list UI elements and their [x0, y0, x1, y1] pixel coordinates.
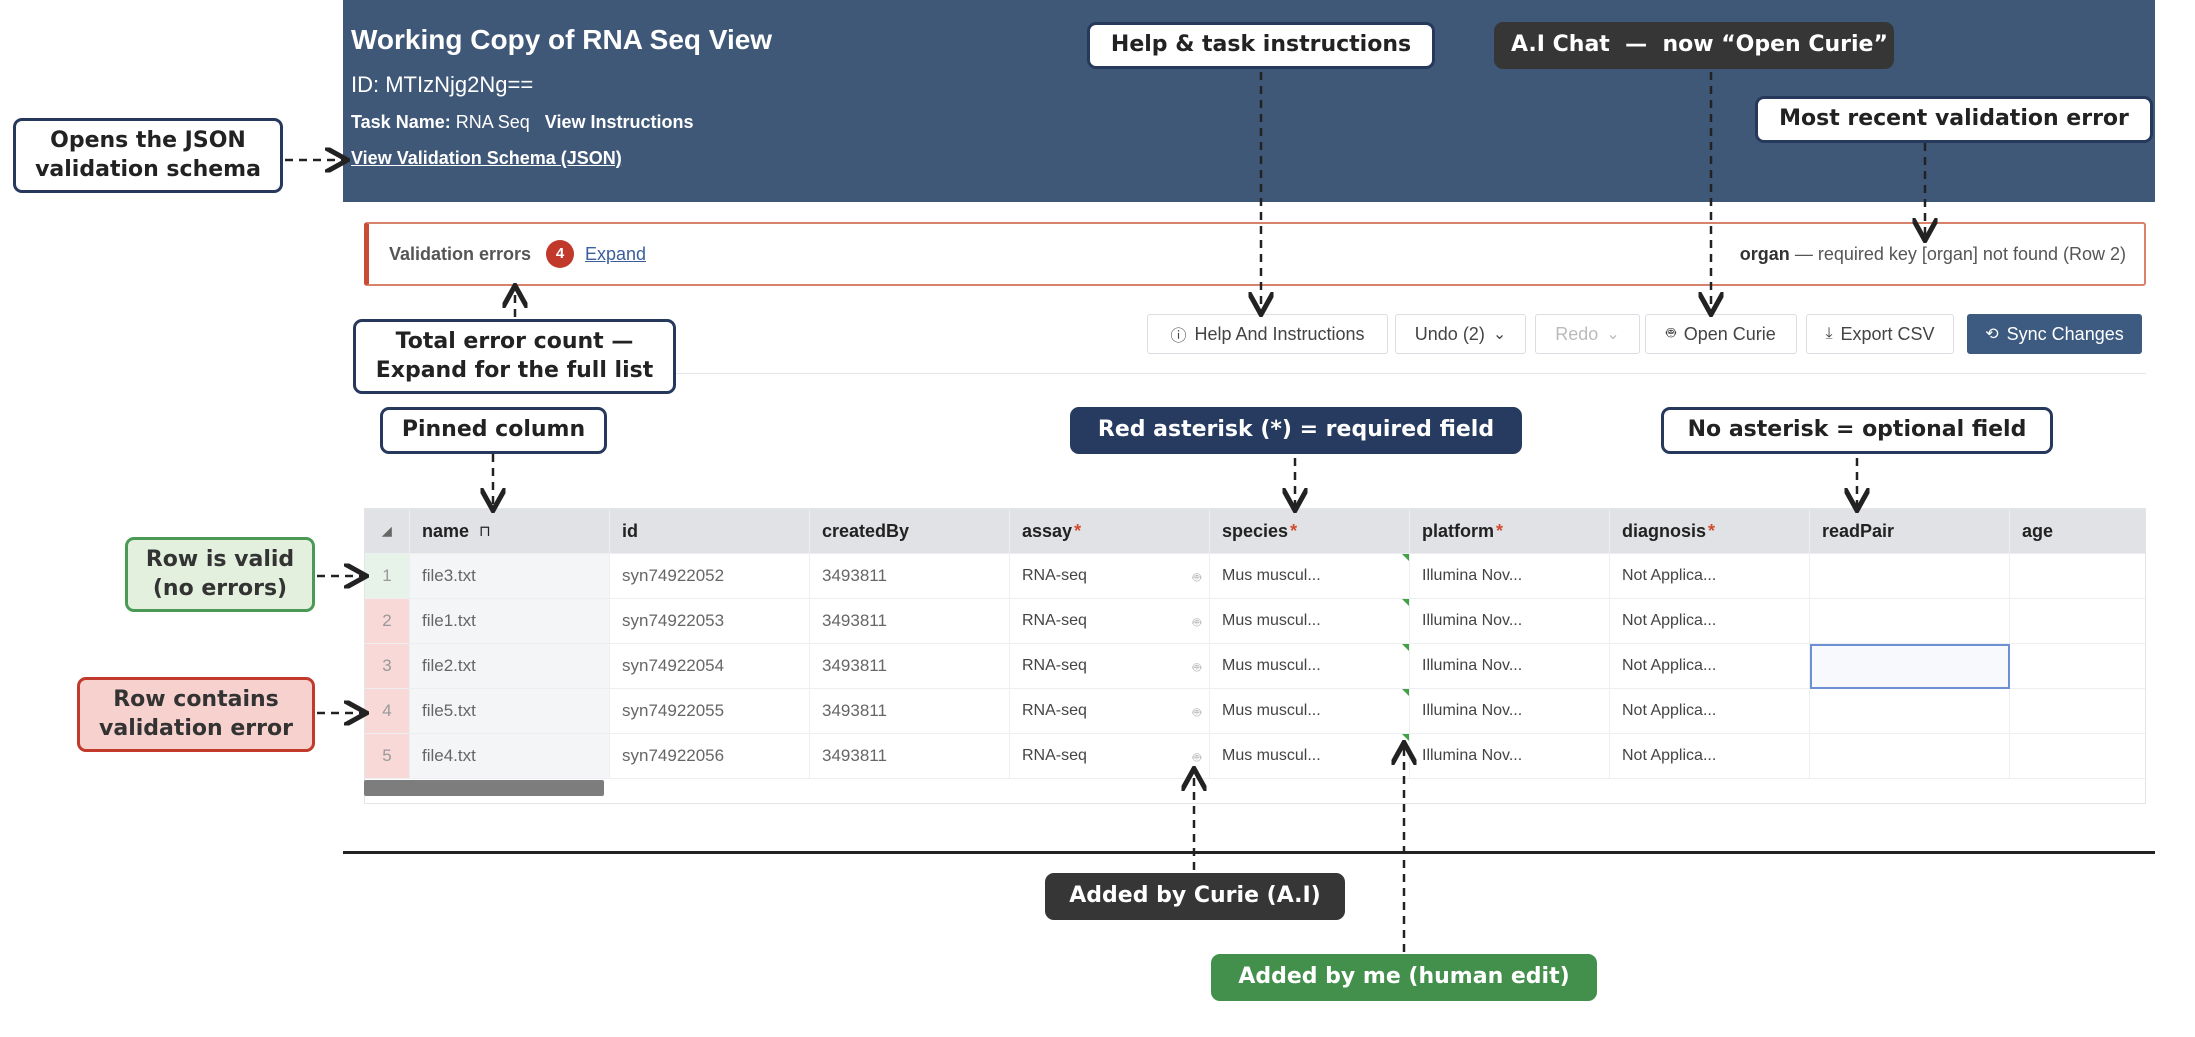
callout-arrows	[285, 72, 2195, 952]
